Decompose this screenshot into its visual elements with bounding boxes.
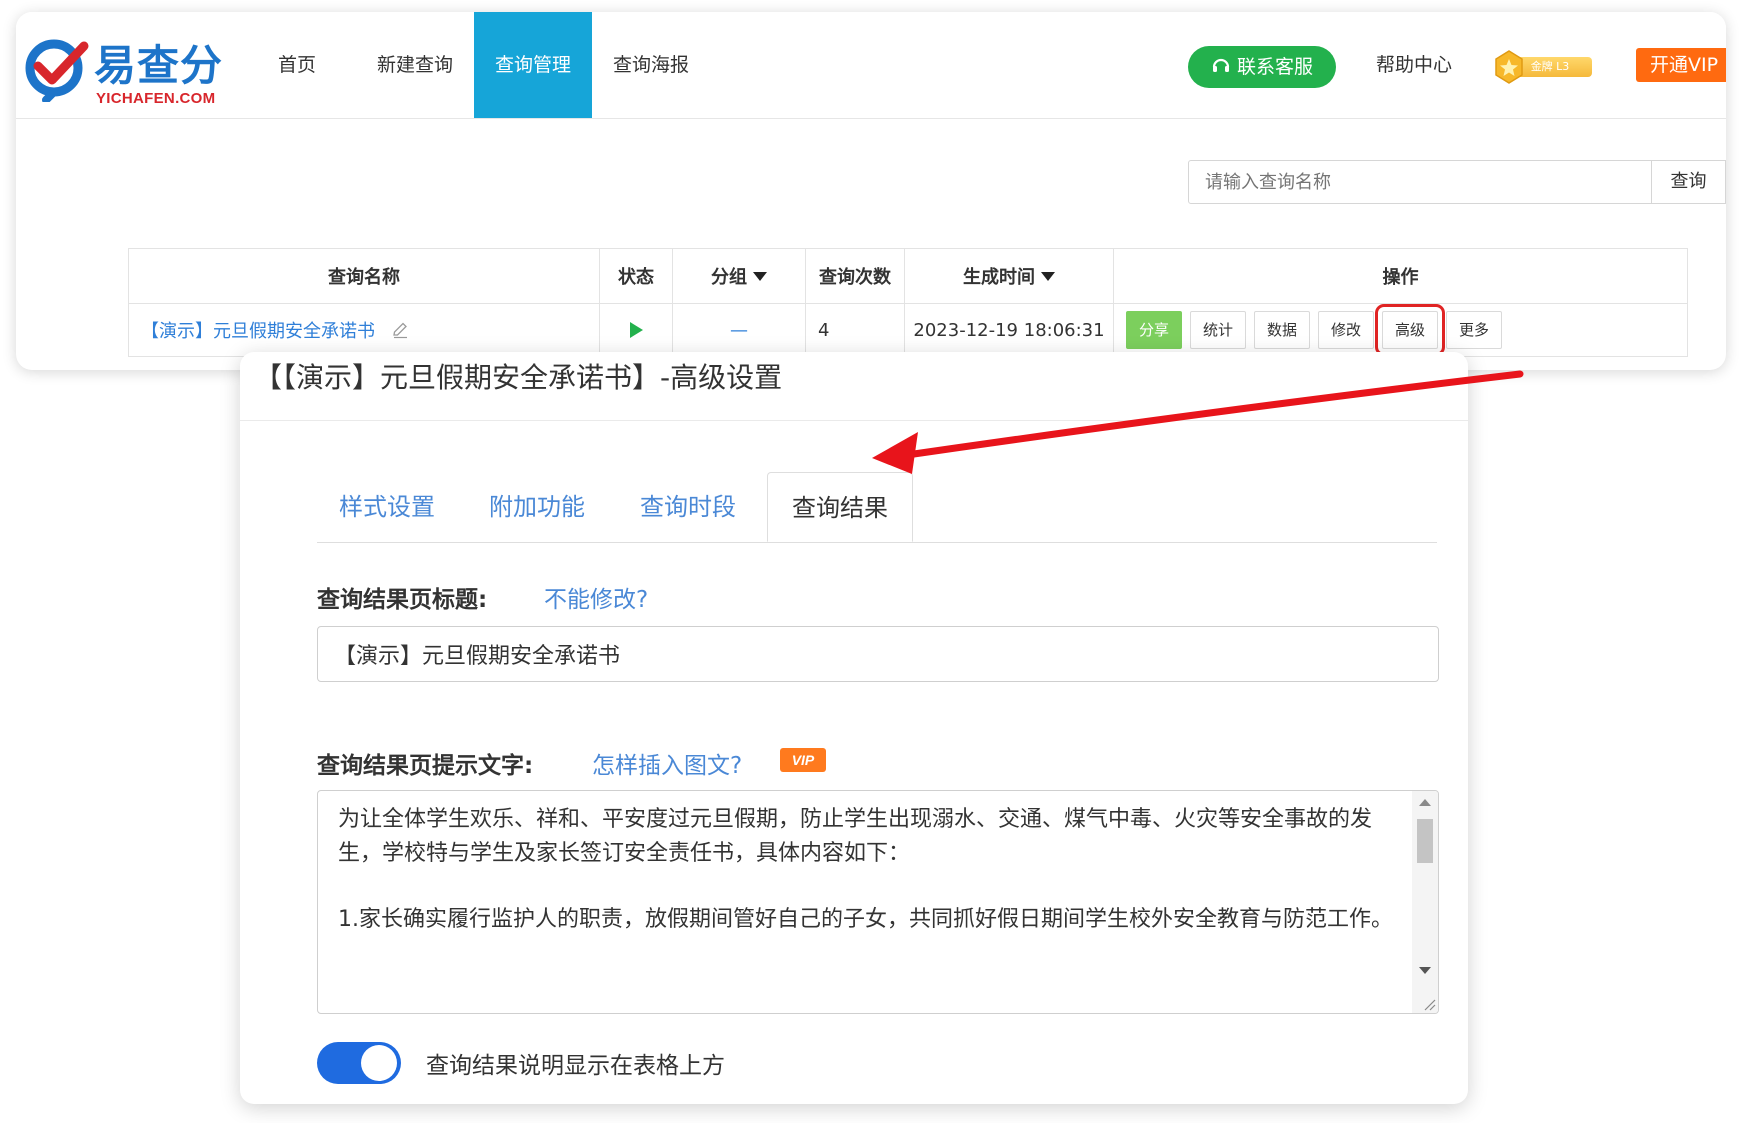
search-button[interactable]: 查询: [1652, 160, 1726, 204]
advanced-settings-modal: 【【演示】元旦假期安全承诺书】-高级设置 样式设置 附加功能 查询时段 查询结果…: [240, 352, 1468, 1104]
table-row: 【演示】元旦假期安全承诺书 — 4 2023-12-19 18:06:31 分享…: [128, 303, 1688, 357]
data-button[interactable]: 数据: [1254, 311, 1310, 349]
contact-service-button[interactable]: 联系客服: [1188, 46, 1336, 88]
col-header-time[interactable]: 生成时间: [904, 248, 1114, 304]
time-header-label: 生成时间: [963, 267, 1035, 288]
member-badge[interactable]: 金牌 L3: [1494, 50, 1594, 84]
toggle-knob: [361, 1045, 397, 1081]
vip-badge: VIP: [780, 748, 826, 772]
query-name-search-input[interactable]: [1188, 160, 1652, 204]
row-time-cell: 2023-12-19 18:06:31: [904, 303, 1114, 357]
toggle-label: 查询结果说明显示在表格上方: [426, 1053, 725, 1079]
row-name-cell[interactable]: 【演示】元旦假期安全承诺书: [128, 303, 600, 357]
col-header-count: 查询次数: [805, 248, 905, 304]
open-vip-button[interactable]: 开通VIP: [1636, 48, 1726, 82]
row-ops-cell: 分享 统计 数据 修改 高级 更多: [1113, 303, 1688, 357]
result-tip-content[interactable]: 为让全体学生欢乐、祥和、平安度过元旦假期，防止学生出现溺水、交通、煤气中毒、火灾…: [338, 803, 1398, 969]
nav-item-home[interactable]: 首页: [252, 12, 342, 118]
tab-extra-features[interactable]: 附加功能: [477, 472, 597, 542]
col-header-name: 查询名称: [128, 248, 600, 304]
top-navbar: 易查分 YICHAFEN.COM 首页 新建查询 查询管理 查询海报 联系客服 …: [16, 12, 1726, 119]
dropdown-triangle-icon: [753, 272, 767, 281]
edit-button[interactable]: 修改: [1318, 311, 1374, 349]
settings-tabs: 样式设置 附加功能 查询时段 查询结果: [317, 472, 1437, 543]
result-title-input[interactable]: [317, 626, 1439, 682]
stats-button[interactable]: 统计: [1190, 311, 1246, 349]
logo-text: 易查分: [94, 41, 224, 90]
pencil-edit-icon[interactable]: [391, 321, 409, 339]
tip-paragraph-2: 1.家长确实履行监护人的职责，放假期间管好自己的子女，共同抓好假日期间学生校外安…: [338, 907, 1393, 932]
group-value: —: [730, 319, 748, 341]
modal-header-divider: [240, 420, 1468, 421]
resize-grip-icon[interactable]: [1422, 997, 1436, 1011]
scroll-down-arrow-icon[interactable]: [1419, 967, 1431, 974]
more-button[interactable]: 更多: [1446, 311, 1502, 349]
row-count-cell: 4: [805, 303, 905, 357]
show-above-table-toggle[interactable]: [317, 1042, 401, 1084]
insert-image-text-help-link[interactable]: 怎样插入图文?: [592, 746, 742, 780]
sort-triangle-icon: [1041, 272, 1055, 281]
cannot-modify-help-link[interactable]: 不能修改?: [544, 580, 648, 614]
scroll-up-arrow-icon[interactable]: [1419, 799, 1431, 806]
contact-service-label: 联系客服: [1236, 56, 1313, 78]
table-header-row: 查询名称 状态 分组 查询次数 生成时间 操作: [128, 248, 1688, 304]
logo-check-icon: [25, 39, 89, 102]
query-name-link[interactable]: 【演示】元旦假期安全承诺书: [141, 321, 375, 342]
brand-logo[interactable]: 易查分 YICHAFEN.COM: [24, 32, 224, 108]
row-status-cell[interactable]: [599, 303, 673, 357]
group-header-label: 分组: [711, 267, 747, 288]
row-group-cell: —: [672, 303, 806, 357]
play-icon[interactable]: [629, 321, 643, 338]
advanced-button[interactable]: 高级: [1375, 304, 1445, 356]
tab-query-period[interactable]: 查询时段: [628, 472, 748, 542]
headset-icon: [1212, 58, 1230, 72]
help-center-link[interactable]: 帮助中心: [1376, 12, 1452, 118]
nav-item-query-poster[interactable]: 查询海报: [596, 12, 706, 118]
tab-style-settings[interactable]: 样式设置: [327, 472, 447, 542]
result-tip-textarea[interactable]: 为让全体学生欢乐、祥和、平安度过元旦假期，防止学生出现溺水、交通、煤气中毒、火灾…: [317, 790, 1439, 1014]
textarea-scrollbar[interactable]: [1412, 791, 1438, 1013]
result-title-label: 查询结果页标题:: [317, 587, 488, 613]
main-page: 易查分 YICHAFEN.COM 首页 新建查询 查询管理 查询海报 联系客服 …: [16, 12, 1726, 370]
nav-item-new-query[interactable]: 新建查询: [360, 12, 470, 118]
col-header-group[interactable]: 分组: [672, 248, 806, 304]
tip-paragraph-1: 为让全体学生欢乐、祥和、平安度过元旦假期，防止学生出现溺水、交通、煤气中毒、火灾…: [338, 807, 1373, 866]
share-button[interactable]: 分享: [1126, 311, 1182, 349]
col-header-ops: 操作: [1113, 248, 1688, 304]
query-table: 查询名称 状态 分组 查询次数 生成时间 操作 【演示】元旦假期安全承诺书 — …: [128, 248, 1688, 357]
scrollbar-thumb[interactable]: [1417, 819, 1433, 863]
nav-item-query-manage[interactable]: 查询管理: [474, 12, 592, 118]
gold-medal-icon: [1495, 50, 1523, 84]
tab-query-result[interactable]: 查询结果: [767, 472, 913, 542]
col-header-status: 状态: [599, 248, 673, 304]
result-tip-label: 查询结果页提示文字:: [317, 753, 534, 779]
modal-title: 【【演示】元旦假期安全承诺书】-高级设置: [254, 361, 783, 394]
logo-subtext: YICHAFEN.COM: [96, 90, 216, 107]
